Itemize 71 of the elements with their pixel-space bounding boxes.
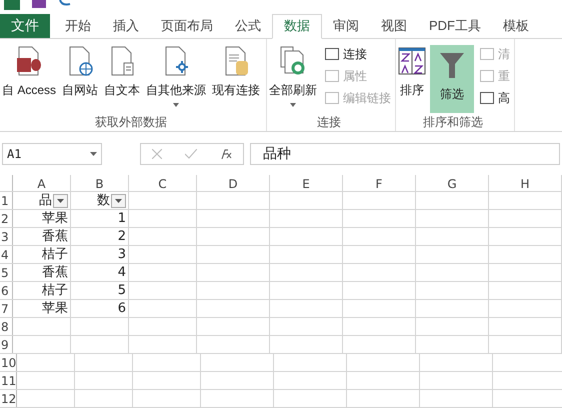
row-header[interactable]: 10	[0, 354, 18, 371]
ribbon-tab[interactable]: 文件	[0, 14, 50, 38]
caret-icon	[115, 198, 122, 202]
column-header[interactable]: E	[270, 175, 343, 191]
ribbon-button[interactable]: 自其他来源	[144, 44, 208, 113]
row-header[interactable]: 5	[0, 264, 13, 281]
cell-text: 香蕉	[42, 264, 68, 282]
column-header[interactable]: G	[416, 175, 489, 191]
refresh-documents-icon	[279, 44, 308, 77]
group-label: 连接	[316, 114, 342, 131]
name-box[interactable]: A1	[2, 142, 102, 165]
row-header[interactable]: 7	[0, 300, 13, 317]
ribbon-tab[interactable]: 开始	[54, 14, 102, 38]
column-header[interactable]: F	[343, 175, 416, 191]
ribbon-tab[interactable]: 页面布局	[150, 14, 224, 38]
column-header[interactable]: H	[489, 175, 562, 191]
row-header[interactable]: 11	[0, 372, 18, 389]
ribbon-tab[interactable]: 视图	[370, 14, 418, 38]
cell-text: 1	[118, 210, 126, 228]
row-header[interactable]: 12	[0, 390, 18, 407]
database-document-icon	[15, 44, 43, 77]
cell-text: 3	[118, 246, 126, 264]
sort-grid-icon	[398, 44, 426, 77]
caret-icon	[57, 198, 64, 202]
row-header[interactable]: 9	[0, 336, 13, 353]
group-label: 获取外部数据	[94, 114, 168, 131]
ribbon-button[interactable]: 排序	[396, 44, 428, 113]
formula-input[interactable]: 品种	[250, 142, 560, 165]
ribbon-button[interactable]: 自网站	[60, 44, 100, 113]
cell-text: 2	[118, 228, 126, 246]
ribbon-button[interactable]: 自文本	[102, 44, 142, 113]
ribbon-small-button[interactable]: 高	[480, 88, 510, 107]
column-header[interactable]: B	[71, 175, 129, 191]
row-header[interactable]: 2	[0, 210, 13, 227]
cell-text: 5	[118, 282, 126, 300]
cell-text: 香蕉	[42, 228, 68, 246]
ribbon-button[interactable]: 筛选	[430, 44, 474, 113]
row-header[interactable]: 1	[0, 192, 13, 209]
check-icon[interactable]	[184, 148, 197, 159]
cell-text: 苹果	[42, 210, 68, 228]
ribbon-button[interactable]: 现有连接	[210, 44, 262, 113]
ribbon-tab[interactable]: 插入	[102, 14, 150, 38]
undo-icon[interactable]	[58, 0, 72, 8]
function-icon[interactable]	[220, 148, 232, 159]
cell-text: 桔子	[42, 282, 68, 300]
ribbon-tab[interactable]: 公式	[224, 14, 272, 38]
filter-dropdown-button[interactable]	[53, 194, 68, 208]
row-header[interactable]: 8	[0, 318, 13, 335]
filter-dropdown-button[interactable]	[111, 194, 126, 208]
row-header[interactable]: 4	[0, 246, 13, 263]
cell-text: 苹果	[42, 300, 68, 318]
ribbon-tab[interactable]: 数据	[272, 14, 322, 39]
spreadsheet-app-icon	[4, 0, 20, 10]
cell-text: 数	[97, 192, 110, 210]
row-header[interactable]: 6	[0, 282, 13, 299]
column-header[interactable]: C	[129, 175, 197, 191]
cell-text: 4	[118, 264, 126, 282]
row-header[interactable]: 3	[0, 228, 13, 245]
cell-text: 桔子	[42, 246, 68, 264]
ribbon-small-button[interactable]: 连接	[325, 44, 392, 63]
cell-text: 品	[39, 192, 52, 210]
column-header[interactable]: A	[13, 175, 71, 191]
cell-text: 6	[118, 300, 126, 318]
ribbon-tab[interactable]: 审阅	[322, 14, 370, 38]
ribbon-button[interactable]: 自 Access	[0, 44, 58, 113]
column-header[interactable]: D	[197, 175, 270, 191]
ribbon-tab[interactable]: 模板	[492, 14, 540, 38]
caret-icon	[90, 152, 97, 156]
group-label: 排序和筛选	[422, 114, 484, 131]
ribbon-button[interactable]: 全部刷新	[267, 44, 320, 113]
ribbon-tab[interactable]: PDF工具	[418, 14, 492, 38]
